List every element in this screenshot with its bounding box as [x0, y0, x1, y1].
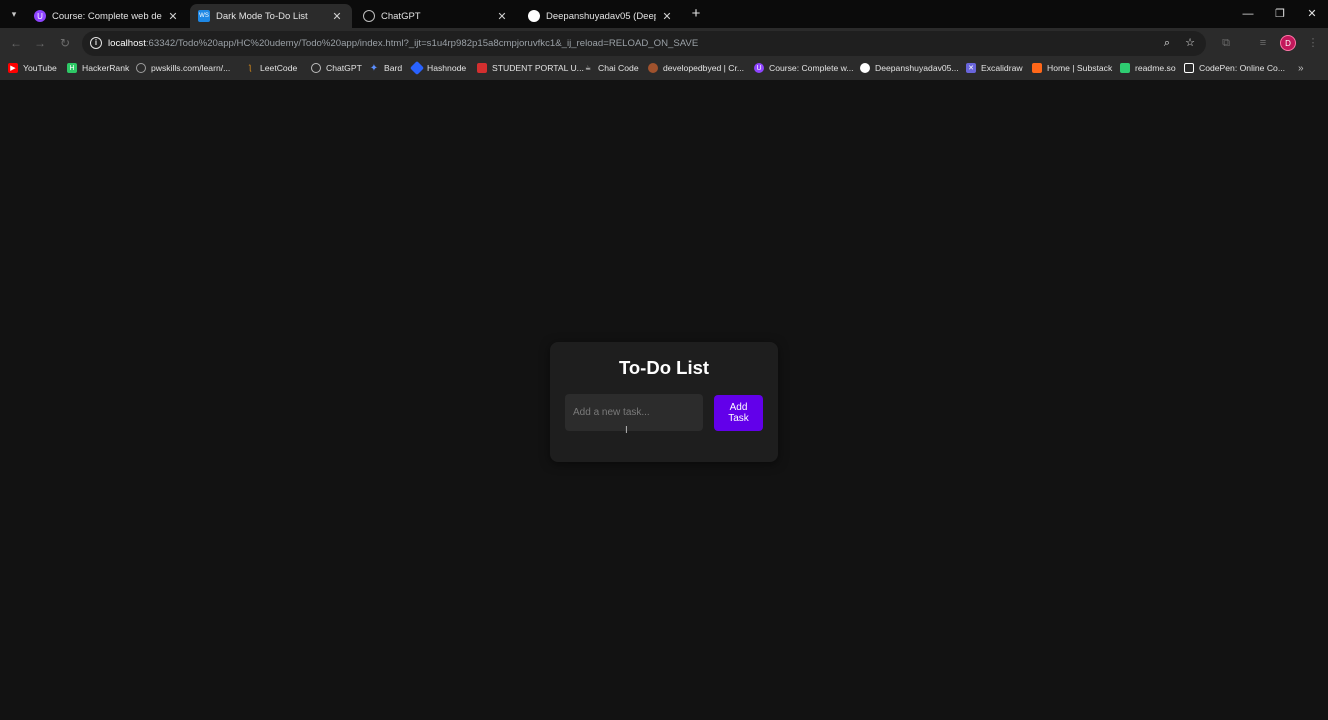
bookmark-label: Excalidraw [981, 63, 1023, 73]
readme-icon [1120, 63, 1130, 73]
udemy-icon: U [34, 10, 46, 22]
bookmark-label: LeetCode [260, 63, 298, 73]
tab-title: Dark Mode To-Do List [216, 10, 308, 22]
bookmark-label: Hashnode [427, 63, 467, 73]
tab-title: ChatGPT [381, 10, 421, 22]
bookmark-label: STUDENT PORTAL U... [492, 63, 584, 73]
substack-icon [1032, 63, 1042, 73]
codepen-icon [1184, 63, 1194, 73]
tab-title: Deepanshuyadav05 (Deepansh [546, 10, 656, 22]
forward-icon[interactable]: → [32, 35, 48, 51]
browser-toolbar: ← → ↻ i localhost:63342/Todo%20app/HC%20… [0, 28, 1328, 59]
bookmark-course[interactable]: U Course: Complete w... [754, 63, 854, 73]
bookmark-developedbyed[interactable]: developedbyed | Cr... [648, 63, 744, 73]
bard-icon: ✦ [369, 62, 379, 74]
close-icon[interactable]: ✕ [495, 9, 509, 23]
close-icon[interactable]: ✕ [166, 9, 180, 23]
todo-container: To-Do List AddTask [550, 342, 778, 462]
menu-icon[interactable]: ⋮ [1306, 36, 1320, 50]
url-host: localhost [108, 38, 146, 49]
address-bar[interactable]: i localhost:63342/Todo%20app/HC%20udemy/… [82, 31, 1206, 56]
bookmark-star-icon[interactable]: ☆ [1183, 36, 1197, 50]
bookmark-substack[interactable]: Home | Substack [1032, 63, 1112, 73]
add-task-button[interactable]: Add Task [714, 395, 763, 431]
hashnode-icon [409, 60, 425, 76]
portal-icon [477, 63, 487, 73]
bookmark-github[interactable]: Deepanshuyadav05... [860, 63, 959, 73]
github-icon [860, 63, 870, 73]
tab-title: Course: Complete web develop [52, 10, 162, 22]
add-button-label-line1: Add [729, 402, 748, 413]
task-input[interactable] [565, 394, 703, 431]
avatar[interactable]: D [1280, 35, 1296, 51]
bookmark-label: Deepanshuyadav05... [875, 63, 959, 73]
new-tab-button[interactable]: + [688, 6, 704, 22]
add-button-label-line2: Task [728, 413, 749, 424]
bookmark-label: Bard [384, 63, 403, 73]
hackerrank-icon: H [67, 63, 77, 73]
bookmark-hashnode[interactable]: Hashnode [409, 60, 467, 76]
tab-chatgpt[interactable]: ChatGPT ✕ [355, 4, 517, 28]
tab-course[interactable]: U Course: Complete web develop ✕ [26, 4, 188, 28]
site-info-icon[interactable]: i [90, 37, 102, 49]
youtube-icon: ▶ [8, 63, 18, 73]
extensions-icon[interactable]: ⧉ [1219, 36, 1233, 50]
leetcode-icon: ƪ [248, 64, 252, 72]
bookmark-label: Chai Code [598, 63, 639, 73]
excalidraw-icon: ✕ [966, 63, 976, 73]
bookmark-pwskills[interactable]: pwskills.com/learn/... [136, 63, 230, 73]
bookmark-label: HackerRank [82, 63, 130, 73]
bookmark-chai-code[interactable]: ☕ Chai Code [583, 63, 639, 73]
bookmark-label: CodePen: Online Co... [1199, 63, 1285, 73]
webstorm-icon: WS [198, 10, 210, 22]
bookmark-codepen[interactable]: CodePen: Online Co... [1184, 63, 1285, 73]
bookmark-bard[interactable]: ✦ Bard [369, 62, 403, 74]
back-icon[interactable]: ← [8, 35, 24, 51]
bookmark-readme[interactable]: readme.so [1120, 63, 1176, 73]
github-icon [528, 10, 540, 22]
close-icon[interactable]: ✕ [330, 9, 344, 23]
developedbyed-icon [648, 63, 658, 73]
chatgpt-icon [311, 63, 321, 73]
tab-todo[interactable]: WS Dark Mode To-Do List ✕ [190, 4, 352, 28]
restore-icon[interactable]: ❐ [1272, 6, 1288, 22]
bookmark-label: ChatGPT [326, 63, 362, 73]
page-content: To-Do List AddTask [0, 80, 1328, 720]
reload-icon[interactable]: ↻ [57, 35, 73, 51]
bookmark-chatgpt[interactable]: ChatGPT [311, 63, 362, 73]
text-cursor-icon: I [625, 425, 628, 436]
globe-icon [136, 63, 146, 73]
url-text[interactable]: localhost:63342/Todo%20app/HC%20udemy/To… [108, 38, 698, 49]
zoom-icon[interactable]: ⌕ [1160, 36, 1174, 50]
chai-icon: ☕ [584, 65, 592, 72]
tab-strip: ▾ U Course: Complete web develop ✕ WS Da… [0, 0, 1328, 28]
bookmark-label: pwskills.com/learn/... [151, 63, 231, 73]
tab-github[interactable]: Deepanshuyadav05 (Deepansh ✕ [520, 4, 682, 28]
bookmark-hackerrank[interactable]: H HackerRank [67, 63, 129, 73]
bookmark-label: developedbyed | Cr... [663, 63, 745, 73]
minimize-icon[interactable]: — [1240, 6, 1256, 22]
more-bookmarks-icon[interactable]: » [1298, 63, 1304, 74]
page-title: To-Do List [618, 357, 710, 378]
tab-search-icon[interactable]: ▾ [4, 5, 24, 23]
window-close-icon[interactable]: ✕ [1304, 6, 1320, 22]
bookmark-label: Home | Substack [1047, 63, 1113, 73]
chatgpt-icon [363, 10, 375, 22]
bookmarks-bar: ▶ YouTube H HackerRank pwskills.com/learn/… [0, 59, 1328, 80]
close-icon[interactable]: ✕ [660, 9, 674, 23]
bookmark-student-portal[interactable]: STUDENT PORTAL U... [477, 63, 584, 73]
media-icon[interactable]: ≡ [1256, 36, 1270, 50]
bookmark-excalidraw[interactable]: ✕ Excalidraw [966, 63, 1023, 73]
bookmark-leetcode[interactable]: ƪ LeetCode [245, 63, 298, 73]
bookmark-label: readme.so [1135, 63, 1176, 73]
bookmark-youtube[interactable]: ▶ YouTube [8, 63, 57, 73]
bookmark-label: YouTube [23, 63, 57, 73]
course-icon: U [754, 63, 764, 73]
url-path: :63342/Todo%20app/HC%20udemy/Todo%20app/… [145, 38, 699, 49]
bookmark-label: Course: Complete w... [769, 63, 854, 73]
